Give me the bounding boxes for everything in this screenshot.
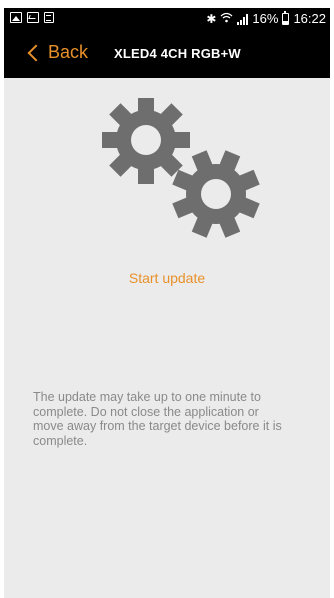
gear-large-icon [102, 98, 190, 184]
wifi-icon [220, 11, 233, 27]
chart-icon [27, 12, 39, 23]
gear-small-icon [172, 150, 260, 238]
back-label: Back [48, 42, 89, 62]
nav-bar: Back XLED4 4CH RGB+W [4, 30, 330, 78]
back-button[interactable]: Back [27, 42, 89, 63]
image-icon [10, 12, 22, 23]
app-frame: ✱ 16% 16:22 Back XLED4 4CH RGB+W Start u… [4, 8, 330, 598]
page-title: XLED4 4CH RGB+W [114, 46, 241, 61]
clock: 16:22 [293, 11, 326, 26]
gears-icon [102, 98, 260, 238]
notification-icons [10, 12, 54, 23]
bluetooth-icon: ✱ [206, 12, 217, 26]
signal-icon [237, 13, 249, 25]
update-info-text: The update may take up to one minute to … [33, 390, 282, 448]
battery-percent: 16% [252, 11, 279, 26]
start-update-button[interactable]: Start update [4, 270, 330, 286]
clipboard-icon [44, 12, 54, 23]
battery-icon [282, 11, 290, 25]
chevron-left-icon [27, 44, 45, 62]
system-status: ✱ 16% 16:22 [206, 11, 326, 27]
status-bar: ✱ 16% 16:22 [4, 8, 330, 30]
